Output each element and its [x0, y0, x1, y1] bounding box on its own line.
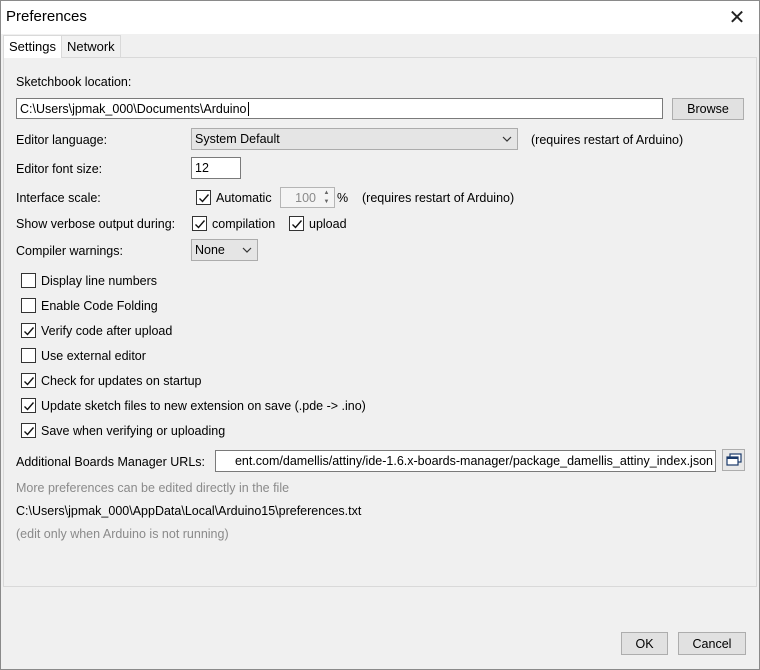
interface-scale-note: (requires restart of Arduino)	[362, 191, 515, 205]
tab-network[interactable]: Network	[60, 35, 121, 57]
interface-scale-automatic-label: Automatic	[216, 191, 272, 205]
close-icon[interactable]: ✕	[715, 1, 759, 34]
enable-code-folding-label: Enable Code Folding	[41, 299, 158, 313]
text-caret	[247, 101, 249, 116]
interface-scale-unit: %	[337, 191, 349, 205]
use-external-editor-label: Use external editor	[41, 349, 146, 363]
verify-after-upload-checkbox[interactable]	[21, 323, 36, 338]
verbose-compilation-label: compilation	[212, 217, 276, 231]
tab-bar: Settings Network	[3, 35, 121, 58]
title-bar: Preferences ✕	[1, 1, 759, 34]
compiler-warnings-value: None	[195, 243, 225, 257]
spinner-down-icon[interactable]: ▼	[320, 198, 333, 207]
verify-after-upload-label: Verify code after upload	[41, 324, 173, 338]
check-updates-label: Check for updates on startup	[41, 374, 202, 388]
chevron-down-icon	[501, 133, 513, 145]
boards-manager-urls-input[interactable]: ent.com/damellis/attiny/ide-1.6.x-boards…	[215, 450, 716, 472]
display-line-numbers-checkbox[interactable]	[21, 273, 36, 288]
window-title: Preferences	[6, 8, 87, 25]
use-external-editor-checkbox[interactable]	[21, 348, 36, 363]
sketchbook-location-value: C:\Users\jpmak_000\Documents\Arduino	[20, 101, 247, 116]
display-line-numbers-label: Display line numbers	[41, 274, 158, 288]
window-list-icon	[725, 453, 742, 466]
edit-urls-button[interactable]	[722, 449, 745, 471]
tab-settings[interactable]: Settings	[3, 35, 62, 58]
save-when-verifying-checkbox[interactable]	[21, 423, 36, 438]
editor-font-size-value: 12	[195, 161, 209, 175]
enable-code-folding-checkbox[interactable]	[21, 298, 36, 313]
editor-language-value: System Default	[195, 132, 280, 146]
editor-language-note: (requires restart of Arduino)	[531, 133, 684, 147]
checkmark-icon	[23, 401, 34, 411]
update-sketch-extension-label: Update sketch files to new extension on …	[41, 399, 366, 413]
verbose-output-label: Show verbose output during:	[16, 217, 176, 231]
checkmark-icon	[291, 219, 302, 229]
boards-manager-urls-label: Additional Boards Manager URLs:	[16, 455, 205, 469]
interface-scale-value: 100	[295, 190, 316, 205]
chevron-down-icon	[241, 244, 253, 256]
sketchbook-location-input[interactable]: C:\Users\jpmak_000\Documents\Arduino	[16, 98, 663, 119]
verbose-compilation-checkbox[interactable]	[192, 216, 207, 231]
interface-scale-label: Interface scale:	[16, 191, 101, 205]
editor-language-select[interactable]: System Default	[191, 128, 518, 150]
preferences-window: Preferences ✕ Settings Network Sketchboo…	[0, 0, 760, 670]
spinner-up-icon[interactable]: ▲	[320, 189, 333, 198]
checkmark-icon	[194, 219, 205, 229]
settings-panel: Sketchbook location: C:\Users\jpmak_000\…	[3, 57, 757, 587]
preferences-file-path: C:\Users\jpmak_000\AppData\Local\Arduino…	[16, 504, 362, 518]
save-when-verifying-label: Save when verifying or uploading	[41, 424, 226, 438]
boards-manager-urls-value: ent.com/damellis/attiny/ide-1.6.x-boards…	[234, 454, 713, 468]
more-preferences-note: More preferences can be edited directly …	[16, 481, 290, 495]
cancel-button[interactable]: Cancel	[678, 632, 746, 655]
checkmark-icon	[198, 193, 209, 203]
ok-button[interactable]: OK	[621, 632, 668, 655]
compiler-warnings-label: Compiler warnings:	[16, 244, 123, 258]
checkmark-icon	[23, 326, 34, 336]
editor-language-label: Editor language:	[16, 133, 108, 147]
verbose-upload-label: upload	[309, 217, 347, 231]
editor-font-size-label: Editor font size:	[16, 162, 103, 176]
verbose-upload-checkbox[interactable]	[289, 216, 304, 231]
compiler-warnings-select[interactable]: None	[191, 239, 258, 261]
interface-scale-automatic-checkbox[interactable]	[196, 190, 211, 205]
interface-scale-spinner[interactable]: 100 ▲ ▼	[280, 187, 335, 208]
spinner-arrows: ▲ ▼	[320, 189, 333, 206]
update-sketch-extension-checkbox[interactable]	[21, 398, 36, 413]
browse-button[interactable]: Browse	[672, 98, 744, 120]
edit-only-note: (edit only when Arduino is not running)	[16, 527, 229, 541]
checkmark-icon	[23, 426, 34, 436]
editor-font-size-input[interactable]: 12	[191, 157, 241, 179]
check-updates-checkbox[interactable]	[21, 373, 36, 388]
sketchbook-location-label: Sketchbook location:	[16, 75, 132, 89]
checkmark-icon	[23, 376, 34, 386]
